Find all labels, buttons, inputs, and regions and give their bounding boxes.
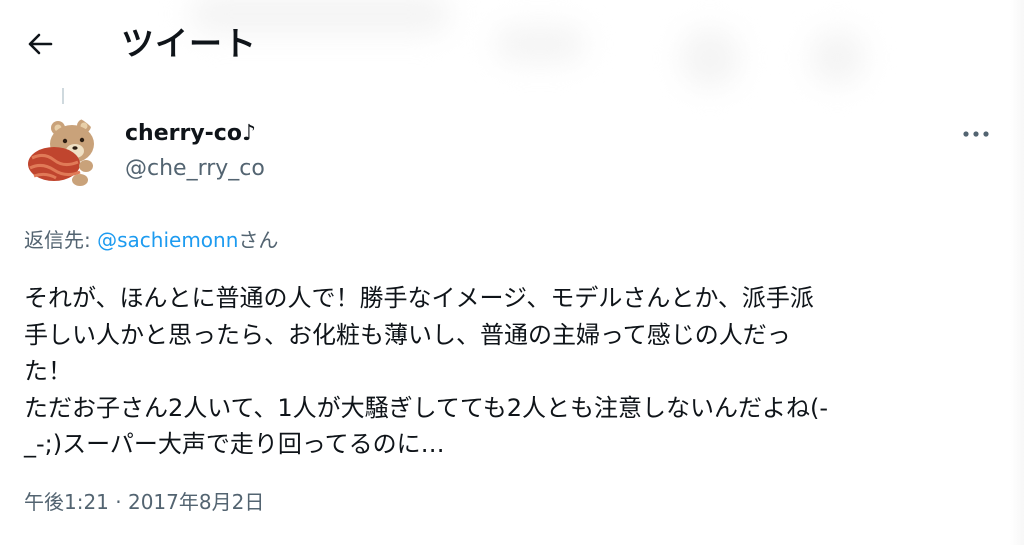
top-bar: ツイート [0,0,1024,86]
tweet-text-line: ただお子さん2人いて、1人が大騒ぎしてても2人とも注意しないんだよね(- [24,393,828,422]
reply-suffix: さん [238,228,279,252]
tweet-page: ツイート cherry-co♪ @che_rry_co 返信先: @sachie… [0,0,1024,545]
author-handle[interactable]: @che_rry_co [125,153,265,185]
more-horizontal-icon [963,131,989,137]
tweet-text-line: それが、ほんとに普通の人で！勝手なイメージ、モデルさんとか、派手派 [24,284,814,312]
tweet-text-line: た！ [24,357,72,385]
thread-connector-line [62,88,64,104]
page-title: ツイート [121,24,257,63]
tweet-text-line: _-;)スーパー大声で走り回ってるのに… [24,430,445,458]
reply-prefix: 返信先: [24,228,98,252]
back-arrow-icon [28,33,53,55]
author-name[interactable]: cherry-co♪ [125,118,256,150]
tweet-text-line: 手しい人かと思ったら、お化粧も薄いし、普通の主婦って感じの人だっ [24,320,791,349]
tweet-text: それが、ほんとに普通の人で！勝手なイメージ、モデルさんとか、派手派 手しい人かと… [24,280,999,463]
more-options-button[interactable] [956,118,996,150]
tweet-timestamp[interactable]: 午後1:21 · 2017年8月2日 [24,487,264,517]
avatar[interactable] [20,114,102,196]
back-button[interactable] [20,24,60,64]
reply-to-line: 返信先: @sachiemonnさん [24,224,278,256]
bear-plush-avatar-image [20,114,102,196]
reply-mention-link[interactable]: @sachiemonn [97,228,238,252]
